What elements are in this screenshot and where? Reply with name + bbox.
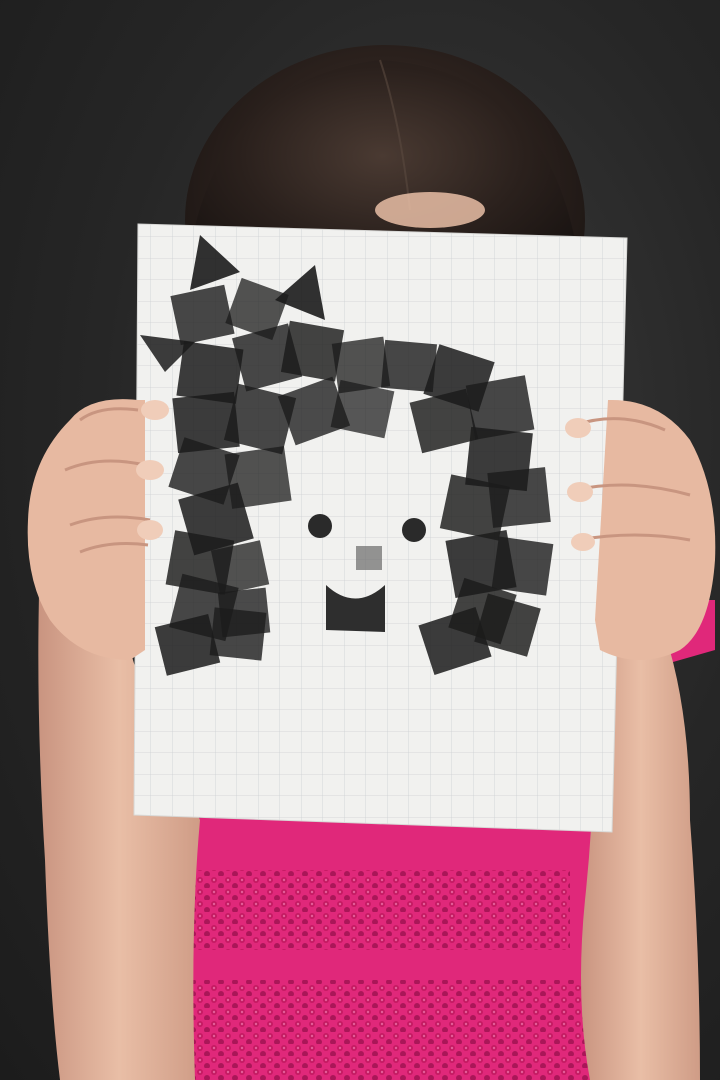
photo-canvas xyxy=(27,45,716,1080)
photo-scene xyxy=(0,0,720,1080)
left-eye xyxy=(308,514,332,538)
nose xyxy=(356,546,382,570)
right-eye xyxy=(402,518,426,542)
